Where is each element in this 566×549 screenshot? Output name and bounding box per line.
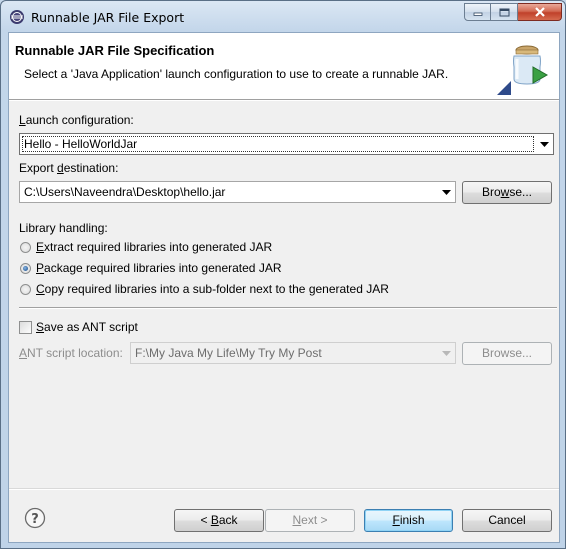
back-button[interactable]: < Back — [174, 509, 264, 532]
page-title: Runnable JAR File Specification — [15, 43, 215, 58]
close-icon — [534, 7, 545, 17]
wizard-header: Runnable JAR File Specification Select a… — [9, 33, 559, 99]
help-icon[interactable]: ? — [24, 507, 46, 529]
save-ant-script-label[interactable]: Save as ANT script — [36, 320, 138, 334]
window-title: Runnable JAR File Export — [31, 10, 185, 25]
launch-configuration-combo[interactable]: Hello - HelloWorldJar — [19, 133, 554, 155]
dialog-window: Runnable JAR File Export Runnable JAR Fi… — [0, 0, 566, 549]
ant-script-location-value: F:\My Java My Life\My Try My Post — [135, 346, 322, 360]
close-button[interactable] — [518, 3, 562, 21]
page-description: Select a 'Java Application' launch confi… — [24, 67, 449, 81]
copy-libraries-radio[interactable] — [20, 284, 31, 295]
title-bar[interactable]: Runnable JAR File Export — [1, 1, 566, 33]
options-separator — [19, 307, 557, 309]
launch-configuration-label: Launch configuration: — [19, 113, 134, 127]
save-ant-script-checkbox[interactable] — [19, 321, 32, 334]
chevron-down-icon[interactable] — [438, 182, 455, 202]
maximize-icon — [499, 8, 509, 16]
copy-libraries-label[interactable]: Copy required libraries into a sub-folde… — [36, 282, 389, 296]
ant-script-browse-button: Browse... — [462, 342, 552, 365]
minimize-icon — [473, 12, 482, 16]
package-libraries-radio[interactable] — [20, 263, 31, 274]
export-destination-combo[interactable]: C:\Users\Naveendra\Desktop\hello.jar — [19, 181, 456, 203]
svg-text:?: ? — [31, 512, 39, 527]
package-libraries-label[interactable]: Package required libraries into generate… — [36, 261, 281, 275]
ant-script-location-combo: F:\My Java My Life\My Try My Post — [130, 342, 456, 364]
launch-configuration-value: Hello - HelloWorldJar — [24, 137, 138, 151]
ant-script-location-label: ANT script location: — [19, 346, 123, 360]
chevron-down-icon — [438, 343, 455, 363]
export-destination-label: Export destination: — [19, 161, 119, 175]
dialog-client-area: Runnable JAR File Specification Select a… — [8, 32, 560, 543]
export-destination-browse-button[interactable]: Browse... — [462, 181, 552, 204]
cancel-button[interactable]: Cancel — [462, 509, 552, 532]
minimize-button[interactable] — [464, 3, 491, 21]
extract-libraries-radio[interactable] — [20, 242, 31, 253]
jar-export-wizard-icon — [497, 45, 549, 95]
header-separator — [9, 99, 559, 101]
finish-button[interactable]: Finish — [364, 509, 453, 532]
export-destination-value: C:\Users\Naveendra\Desktop\hello.jar — [24, 185, 226, 199]
maximize-button[interactable] — [491, 3, 518, 21]
library-handling-label: Library handling: — [19, 221, 108, 235]
extract-libraries-label[interactable]: Extract required libraries into generate… — [36, 240, 272, 254]
footer-separator — [9, 488, 559, 490]
next-button: Next > — [265, 509, 355, 532]
chevron-down-icon[interactable] — [536, 134, 553, 154]
eclipse-icon — [10, 10, 24, 24]
